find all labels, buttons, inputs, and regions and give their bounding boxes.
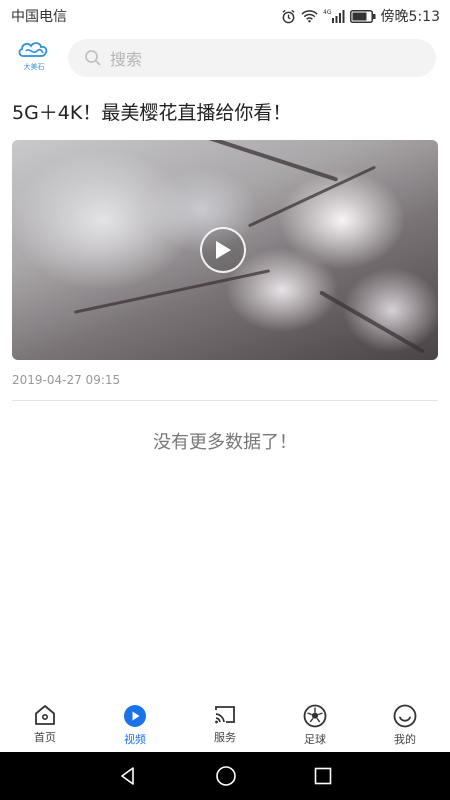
divider [12,400,438,401]
wifi-icon [300,9,318,23]
home-nav-icon[interactable] [215,765,237,787]
back-icon[interactable] [118,766,138,786]
bottom-tab-bar: 首页 视频 服务 足球 我的 [0,698,450,752]
app-logo[interactable]: 大美石 [14,39,54,77]
search-input[interactable]: 搜索 [68,39,436,77]
battery-icon [349,9,376,23]
tab-mine[interactable]: 我的 [360,698,450,752]
tab-label: 视频 [124,733,146,746]
carrier-label: 中国电信 [11,9,67,25]
cast-icon [215,706,235,724]
status-time: 傍晚5:13 [380,9,440,25]
signal-icon: 4G [323,9,345,23]
system-nav-bar [0,752,450,800]
article-title[interactable]: 5G＋4K！最美樱花直播给你看！ [12,98,291,125]
article-date: 2019-04-27 09:15 [12,373,121,387]
branch-decor [319,290,425,354]
status-bar: 中国电信 4G 傍晚5:13 [0,0,450,32]
tab-service[interactable]: 服务 [180,698,270,752]
tab-label: 足球 [304,733,326,746]
alarm-icon [281,9,296,24]
tab-label: 我的 [394,733,416,746]
search-icon [85,50,101,66]
search-placeholder: 搜索 [110,50,143,69]
branch-decor [73,269,271,314]
smile-icon [393,704,417,728]
tab-label: 服务 [214,731,236,744]
tab-football[interactable]: 足球 [270,698,360,752]
play-circle-icon [124,705,146,727]
home-icon [35,705,55,725]
tab-label: 首页 [34,731,56,744]
video-thumbnail[interactable] [12,140,438,360]
branch-decor [165,140,339,182]
tab-home[interactable]: 首页 [0,698,90,752]
play-button[interactable] [200,227,246,273]
cloud-logo-icon [18,42,48,57]
header: 大美石 搜索 [0,36,450,80]
soccer-ball-icon [303,704,327,728]
logo-text: 大美石 [23,63,45,71]
status-icons: 4G 傍晚5:13 [281,6,440,26]
play-icon [216,241,231,259]
branch-decor [247,165,377,228]
tab-video[interactable]: 视频 [90,698,180,752]
network-type-label: 4G [323,9,332,16]
recents-icon[interactable] [314,767,332,785]
list-end-text: 没有更多数据了！ [153,432,297,453]
